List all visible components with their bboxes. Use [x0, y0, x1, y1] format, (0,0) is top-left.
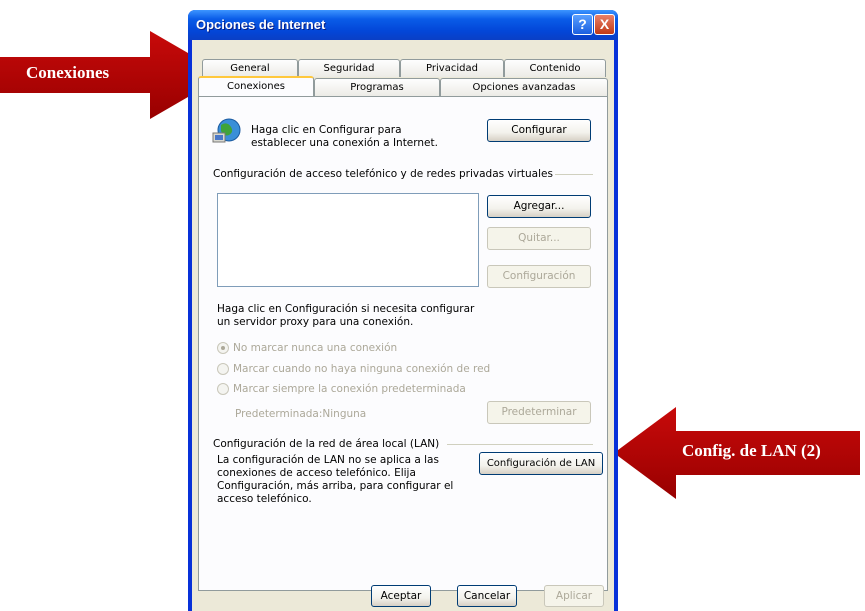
lan-text-line4: acceso telefónico.: [217, 493, 312, 505]
callout-label-conexiones: Conexiones: [26, 63, 110, 82]
aceptar-button[interactable]: Aceptar: [371, 585, 431, 607]
configurar-button[interactable]: Configurar: [487, 119, 591, 142]
radio-marcar-sin-red[interactable]: [217, 363, 229, 375]
tab-programas[interactable]: Programas: [314, 78, 440, 96]
quitar-button[interactable]: Quitar...: [487, 227, 591, 250]
predeterminar-button[interactable]: Predeterminar: [487, 401, 591, 424]
configuracion-lan-button[interactable]: Configuración de LAN: [479, 452, 603, 475]
section-divider: [555, 174, 593, 175]
tab-opciones-avanzadas[interactable]: Opciones avanzadas: [440, 78, 608, 96]
lan-text-line3: Configuración, más arriba, para configur…: [217, 480, 454, 492]
globe-network-icon: [212, 118, 241, 143]
internet-options-window: Opciones de Internet ? X General Segurid…: [188, 10, 618, 611]
dialup-section-title: Configuración de acceso telefónico y de …: [213, 168, 553, 180]
configuracion-button[interactable]: Configuración: [487, 265, 591, 288]
lan-section-title: Configuración de la red de área local (L…: [213, 438, 440, 450]
aplicar-button[interactable]: Aplicar: [544, 585, 604, 607]
option-no-marcar-label: No marcar nunca una conexión: [233, 342, 398, 354]
option-marcar-sin-red-label: Marcar cuando no haya ninguna conexión d…: [233, 363, 491, 375]
proxy-text-line2: un servidor proxy para una conexión.: [217, 316, 414, 328]
callout-label-lan: Config. de LAN (2): [682, 441, 821, 460]
cancelar-button[interactable]: Cancelar: [457, 585, 517, 607]
agregar-button[interactable]: Agregar...: [487, 195, 591, 218]
setup-text-line1: Haga clic en Configurar para: [251, 124, 402, 136]
lan-section-divider: [447, 444, 593, 445]
tab-general[interactable]: General: [202, 59, 298, 77]
proxy-text-line1: Haga clic en Configuración si necesita c…: [217, 303, 475, 315]
tab-privacidad[interactable]: Privacidad: [400, 59, 504, 77]
tab-conexiones[interactable]: Conexiones: [198, 76, 314, 96]
window-title: Opciones de Internet: [196, 17, 326, 32]
dialog-client-area: General Seguridad Privacidad Contenido C…: [192, 40, 614, 611]
option-marcar-siempre-label: Marcar siempre la conexión predeterminad…: [233, 383, 466, 395]
help-button[interactable]: ?: [572, 14, 593, 35]
title-bar[interactable]: Opciones de Internet ? X: [188, 10, 618, 40]
tab-contenido[interactable]: Contenido: [504, 59, 606, 77]
setup-text-line2: establecer una conexión a Internet.: [251, 137, 438, 149]
tab-seguridad[interactable]: Seguridad: [298, 59, 400, 77]
lan-text-line2: conexiones de acceso telefónico. Elija: [217, 467, 416, 479]
lan-text-line1: La configuración de LAN no se aplica a l…: [217, 454, 439, 466]
close-button[interactable]: X: [594, 14, 615, 35]
connections-listbox[interactable]: [217, 193, 479, 287]
radio-no-marcar[interactable]: [217, 342, 229, 354]
radio-marcar-siempre[interactable]: [217, 383, 229, 395]
default-connection-label: Predeterminada:Ninguna: [235, 408, 367, 420]
conexiones-panel: Haga clic en Configurar para establecer …: [198, 96, 608, 591]
